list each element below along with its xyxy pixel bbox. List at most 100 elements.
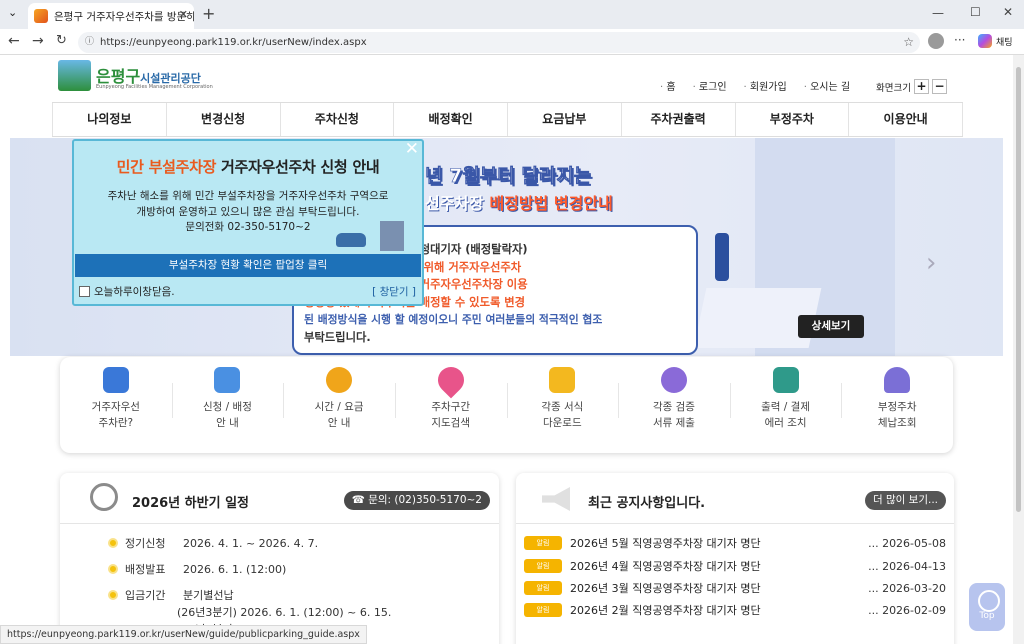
quick-label: 시간 / 요금 xyxy=(314,401,364,413)
popup-link-button[interactable]: 부설주차장 현황 확인은 팝업창 클릭 xyxy=(75,254,421,277)
quick-label: 안 내 xyxy=(327,417,351,429)
page-scrollbar[interactable] xyxy=(1013,55,1024,644)
forward-icon[interactable]: → xyxy=(32,33,44,49)
banner-line: 부탁드립니다. xyxy=(304,330,371,344)
logo-english: Eunpyeong Facilities Management Corporat… xyxy=(96,84,213,90)
close-tab-icon[interactable]: ✕ xyxy=(179,8,188,21)
popup-body-line: 개방하여 운영하고 있으니 많은 관심 부탁드립니다. xyxy=(136,205,360,218)
window-close-icon[interactable]: ✕ xyxy=(1003,5,1013,19)
copilot-icon[interactable] xyxy=(978,34,992,48)
quick-label: 지도검색 xyxy=(431,417,470,429)
building-icon xyxy=(102,367,129,393)
more-notices-button[interactable]: 더 많이 보기... xyxy=(865,491,946,510)
quick-label: 안 내 xyxy=(216,417,239,429)
alarm-clock-icon xyxy=(326,367,353,393)
quick-label: 출력 / 결제 xyxy=(761,401,810,413)
util-home-link[interactable]: 홈 xyxy=(660,78,675,93)
notice-panel: 최근 공지사항입니다. 더 많이 보기... 알림 2026년 5월 직영공영주차… xyxy=(516,473,954,644)
minimize-icon[interactable]: — xyxy=(932,6,944,20)
contact-phone-button[interactable]: ☎ 문의: (02)350-5170~2 xyxy=(343,491,490,510)
browser-tab-bar: ⌄ 은평구 거주자우선주차를 방문하 ✕ + — ☐ ✕ xyxy=(0,0,1024,29)
schedule-row: 배정발표 2026. 6. 1. (12:00) xyxy=(108,561,286,578)
quick-label: 각종 검증 xyxy=(652,401,695,413)
notice-item[interactable]: 알림 2026년 3월 직영공영주차장 대기자 명단 ... 2026-03-20 xyxy=(524,580,946,596)
quick-document-submit[interactable]: 각종 검증 서류 제출 xyxy=(618,357,730,453)
url-input[interactable]: ⓘ https://eunpyeong.park119.or.kr/userNe… xyxy=(78,32,920,53)
nav-parking-request[interactable]: 주차신청 xyxy=(281,103,395,136)
users-icon xyxy=(660,367,687,393)
next-slide-icon[interactable]: › xyxy=(926,248,936,278)
scrollbar-thumb[interactable] xyxy=(1016,67,1021,512)
popup-body[interactable]: 주차난 해소를 위해 민간 부설주차장을 거주자우선주차 구역으로 개방하여 운… xyxy=(74,189,422,236)
site-info-icon[interactable]: ⓘ xyxy=(85,32,94,53)
notice-item-date: ... 2026-02-09 xyxy=(868,603,946,617)
document-icon xyxy=(549,367,576,393)
notice-item-date: ... 2026-04-13 xyxy=(868,559,946,573)
util-signup-link[interactable]: 회원가입 xyxy=(744,78,787,93)
nav-change-request[interactable]: 변경신청 xyxy=(167,103,281,136)
divider xyxy=(516,523,954,524)
chat-label[interactable]: 채팅 xyxy=(996,35,1013,48)
site-logo[interactable]: 은평구시설관리공단 Eunpyeong Facilities Managemen… xyxy=(58,60,213,94)
quick-error-fix[interactable]: 출력 / 결제 에러 조치 xyxy=(729,357,842,453)
dont-show-checkbox[interactable] xyxy=(79,286,90,297)
notice-item-title: 2026년 4월 직영공영주차장 대기자 명단 xyxy=(570,560,761,573)
person-illustration xyxy=(715,233,729,281)
schedule-title: 2026년 하반기 일정 xyxy=(132,496,249,511)
util-login-link[interactable]: 로그인 xyxy=(693,78,727,93)
notice-item-title: 2026년 2월 직영공영주차장 대기자 명단 xyxy=(570,604,761,617)
util-directions-link[interactable]: 오시는 길 xyxy=(804,78,850,93)
quick-label: 다운로드 xyxy=(542,417,582,429)
popup-title: 민간 부설주차장 거주자우선주차 신청 안내 xyxy=(116,158,380,176)
notice-tag: 알림 xyxy=(524,559,562,573)
building-illustration xyxy=(380,221,404,251)
nav-guide[interactable]: 이용안내 xyxy=(849,103,963,136)
quick-resident-parking[interactable]: 거주자우선 주차란? xyxy=(60,357,172,453)
zoom-out-button[interactable]: − xyxy=(931,79,947,94)
notice-item[interactable]: 알림 2026년 4월 직영공영주차장 대기자 명단 ... 2026-04-13 xyxy=(524,558,946,574)
schedule-panel: 2026년 하반기 일정 ☎ 문의: (02)350-5170~2 정기신청 20… xyxy=(60,473,499,644)
favorite-star-icon[interactable]: ☆ xyxy=(903,32,914,53)
user-warning-icon xyxy=(884,367,911,393)
clipboard-icon xyxy=(214,367,241,393)
detail-button[interactable]: 상세보기 xyxy=(798,315,864,338)
site-favicon-icon xyxy=(34,9,48,23)
quick-label: 각종 서식 xyxy=(541,401,584,413)
address-toolbar: ← → ↻ ⓘ https://eunpyeong.park119.or.kr/… xyxy=(0,29,1024,55)
popup-phone: 문의전화 02-350-5170~2 xyxy=(185,221,311,233)
maximize-icon[interactable]: ☐ xyxy=(970,5,981,19)
divider xyxy=(60,523,499,524)
more-options-icon[interactable]: ··· xyxy=(954,33,965,47)
quick-label: 신청 / 배정 xyxy=(203,401,252,413)
tab-title: 은평구 거주자우선주차를 방문하 xyxy=(54,10,194,23)
dont-show-today[interactable]: 오늘하루이창닫음. xyxy=(79,284,175,299)
notice-item[interactable]: 알림 2026년 5월 직영공영주차장 대기자 명단 ... 2026-05-08 xyxy=(524,535,946,551)
popup-close-link[interactable]: [ 창닫기 ] xyxy=(372,284,416,299)
profile-avatar[interactable] xyxy=(928,33,944,49)
map-pin-icon xyxy=(432,361,470,399)
tab-list-icon[interactable]: ⌄ xyxy=(8,6,17,19)
quick-arrears-check[interactable]: 부정주차 체납조회 xyxy=(841,357,953,453)
nav-illegal-parking[interactable]: 부정주차 xyxy=(736,103,850,136)
back-icon[interactable]: ← xyxy=(8,33,20,49)
quick-apply-guide[interactable]: 신청 / 배정안 내 xyxy=(171,357,284,453)
zoom-in-button[interactable]: + xyxy=(913,79,929,94)
nav-ticket-print[interactable]: 주차권출력 xyxy=(622,103,736,136)
nav-payment[interactable]: 요금납부 xyxy=(508,103,622,136)
quick-map-search[interactable]: 주차구간 지도검색 xyxy=(394,357,507,453)
notice-item-title: 2026년 5월 직영공영주차장 대기자 명단 xyxy=(570,537,761,550)
banner-line: 된 배정방식을 시행 할 예정이오니 주민 여러분들의 적극적인 협조 xyxy=(304,313,603,326)
car-illustration xyxy=(336,233,366,247)
notice-tag: 알림 xyxy=(524,536,562,550)
back-to-top-button[interactable]: Top xyxy=(969,583,1005,631)
browser-tab[interactable]: 은평구 거주자우선주차를 방문하 ✕ xyxy=(28,3,194,29)
new-tab-icon[interactable]: + xyxy=(202,4,215,23)
quick-label: 거주자우선 xyxy=(91,401,140,413)
nav-assignment-check[interactable]: 배정확인 xyxy=(394,103,508,136)
notice-item[interactable]: 알림 2026년 2월 직영공영주차장 대기자 명단 ... 2026-02-09 xyxy=(524,602,946,618)
quick-time-fee[interactable]: 시간 / 요금안 내 xyxy=(283,357,395,453)
nav-my-info[interactable]: 나의정보 xyxy=(52,103,167,136)
quick-forms-download[interactable]: 각종 서식다운로드 xyxy=(506,357,619,453)
reload-icon[interactable]: ↻ xyxy=(56,33,67,48)
notice-popup: ✕ 민간 부설주차장 거주자우선주차 신청 안내 주차난 해소를 위해 민간 부… xyxy=(72,139,424,306)
